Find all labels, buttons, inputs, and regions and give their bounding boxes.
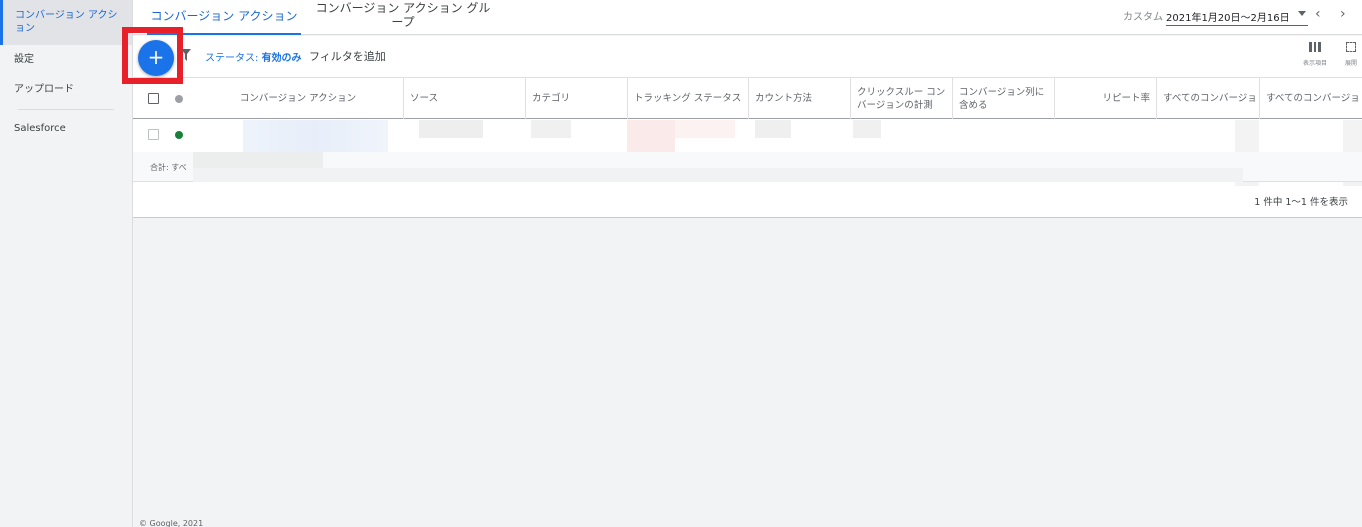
sidebar-item-settings[interactable]: 設定 [0, 45, 132, 75]
blurred-total-values [193, 168, 1243, 182]
total-label: 合計: すべ [150, 163, 187, 172]
column-header-include-in-conversions[interactable]: コンバージョン列に含める [952, 78, 1054, 119]
tab-conversion-action-groups[interactable]: コンバージョン アクション グループ [313, 0, 493, 35]
sidebar-item-upload[interactable]: アップロード [0, 75, 132, 105]
expand-icon [1346, 42, 1356, 52]
conversion-table-card: + ステータス: 有効のみ フィルタを追加 表示項目 展開 コンバージョン アク… [122, 27, 1362, 218]
blurred-action-name[interactable] [243, 120, 388, 152]
copyright-footer: © Google, 2021 [139, 519, 204, 527]
date-range-value: 2021年1月20日～2月16日 [1166, 13, 1290, 24]
filter-icon[interactable] [181, 49, 191, 63]
status-filter-value: 有効のみ [261, 53, 302, 64]
highlight-box [122, 27, 183, 84]
add-filter-button[interactable]: フィルタを追加 [309, 48, 386, 64]
column-header-repeat-rate[interactable]: リピート率 [1054, 78, 1156, 119]
column-header-click-through[interactable]: クリックスルー コンバージョンの計測 [850, 78, 952, 119]
total-row [133, 152, 1362, 182]
column-header-source[interactable]: ソース [403, 78, 525, 119]
column-header-tracking-status[interactable]: トラッキング ステータス [627, 78, 748, 119]
sidebar-item-label: 設定 [14, 54, 34, 65]
column-header-all-conversions-1[interactable]: すべてのコンバージョ [1156, 78, 1259, 119]
expand-button[interactable]: 展開 [1331, 42, 1362, 67]
status-filter-prefix: ステータス: [205, 53, 262, 64]
sidebar-item-label: アップロード [14, 84, 74, 95]
select-all-checkbox[interactable] [148, 93, 159, 104]
table-header: コンバージョン アクション ソース カテゴリ トラッキング ステータス カウント… [133, 78, 1362, 119]
status-header-dot[interactable] [175, 95, 183, 103]
blurred-total-label [193, 152, 323, 168]
table-row[interactable] [133, 120, 1362, 186]
filter-funnel-icon [181, 49, 191, 61]
blurred-tracking-status-2 [675, 120, 735, 138]
column-header-conversion-action[interactable]: コンバージョン アクション [193, 78, 403, 119]
column-header-category[interactable]: カテゴリ [525, 78, 627, 119]
pagination-summary: 1 件中 1～1 件を表示 [1254, 197, 1348, 208]
chevron-left-icon[interactable]: ‹ [1315, 6, 1321, 22]
blurred-tracking-status [627, 120, 675, 152]
columns-button[interactable]: 表示項目 [1295, 42, 1335, 67]
chevron-right-icon[interactable]: › [1340, 6, 1346, 22]
row-checkbox[interactable] [148, 129, 159, 140]
sidebar-item-label: コンバージョン アクション [15, 10, 118, 34]
column-header-all-conversions-2[interactable]: すべてのコンバージョ [1259, 78, 1362, 119]
sidebar-item-label: Salesforce [14, 123, 66, 134]
sidebar: コンバージョン アクション 設定 アップロード Salesforce [0, 0, 133, 527]
columns-label: 表示項目 [1302, 60, 1327, 67]
top-tab-bar: コンバージョン アクション コンバージョン アクション グループ カスタム 20… [133, 0, 1362, 35]
blurred-click-through [853, 120, 881, 138]
sidebar-item-conversion-actions[interactable]: コンバージョン アクション [0, 0, 132, 45]
status-filter-chip[interactable]: ステータス: 有効のみ [205, 49, 302, 64]
sidebar-item-salesforce[interactable]: Salesforce [0, 114, 132, 144]
date-range-selector[interactable]: 2021年1月20日～2月16日 [1166, 4, 1308, 26]
sidebar-divider [18, 109, 114, 110]
column-header-count-method[interactable]: カウント方法 [748, 78, 850, 119]
table-toolbar: + ステータス: 有効のみ フィルタを追加 表示項目 展開 [122, 27, 1362, 84]
status-enabled-dot [175, 131, 183, 139]
expand-label: 展開 [1344, 60, 1357, 67]
columns-icon [1309, 42, 1321, 52]
date-range-type-label: カスタム [1123, 12, 1163, 23]
blurred-category [531, 120, 571, 138]
dropdown-caret-icon [1298, 11, 1306, 16]
blurred-count-method [755, 120, 791, 138]
blurred-source [419, 120, 483, 138]
